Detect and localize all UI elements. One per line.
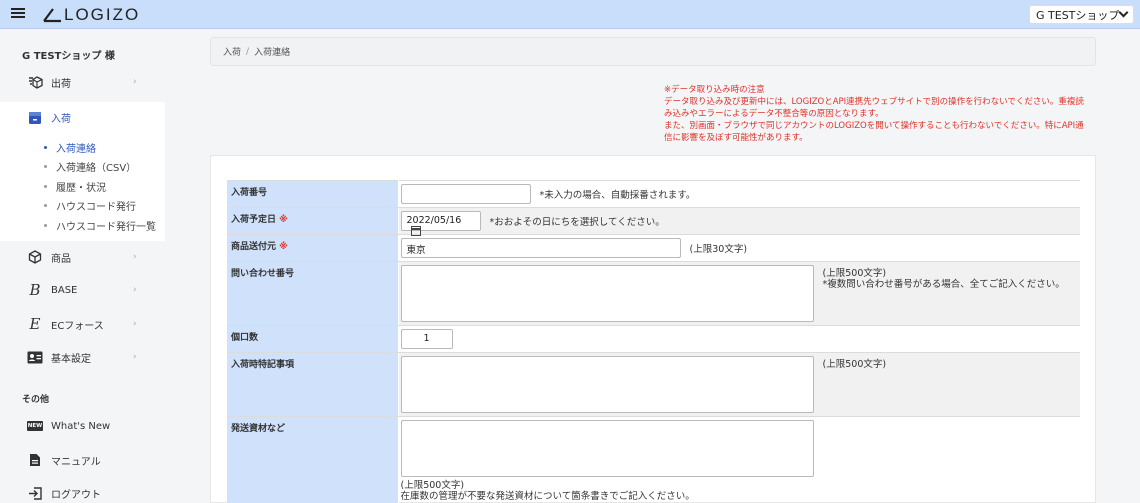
sidebar-item-receiving[interactable]: 入荷 [0,102,165,133]
sender-hint: (上限30文字) [689,244,748,255]
submenu-item-arrival-contact[interactable]: 入荷連絡 [44,140,96,155]
sidebar-item-ecforce[interactable]: E ECフォース › [0,310,165,338]
shipping-materials-textarea[interactable] [400,420,814,477]
notice-title: ※データ取り込み時の注意 [664,85,765,95]
sidebar-item-label: What's New [51,420,111,432]
submenu-item-housecode-issue[interactable]: ハウスコード発行 [44,198,136,213]
sidebar-item-label: ECフォース [51,320,104,332]
box-icon [27,110,43,126]
breadcrumb-root[interactable]: 入荷 [223,45,241,58]
chevron-right-icon: › [133,319,137,329]
submenu-item-history[interactable]: 履歴・状況 [44,179,106,194]
field-label: 発送資材など [227,416,399,503]
logo[interactable]: LOGIZO [40,4,140,26]
sidebar-item-shipping[interactable]: 出荷 › [0,68,165,96]
sidebar-item-label: ログアウト [51,489,101,501]
field-label: 問い合わせ番号 [227,261,399,326]
required-mark: ※ [279,242,288,252]
form-row-special-notes: 入荷時特記事項 (上限500文字) [227,352,1080,417]
sidebar-item-label: BASE [51,284,78,296]
sidebar-item-label: 出荷 [51,78,71,90]
cube-icon [27,249,43,265]
base-logo-icon: B [29,281,41,299]
chevron-right-icon: › [133,252,137,262]
ecforce-logo-icon: E [29,315,41,333]
receiving-submenu: 入荷連絡 入荷連絡（CSV） 履歴・状況 ハウスコード発行 ハウスコード発行一覧 [0,133,165,241]
required-mark: ※ [279,215,288,225]
sidebar-section-other: その他 [22,395,50,405]
arrival-date-input[interactable]: 2022/05/16 [400,211,481,236]
shipping-materials-limit: (上限500文字) [400,480,465,491]
document-icon [27,452,43,468]
sidebar-item-base[interactable]: B BASE › [0,276,165,304]
submenu-item-housecode-list[interactable]: ハウスコード発行一覧 [44,218,156,233]
sidebar-item-label: 基本設定 [51,353,91,365]
sidebar-item-label: 入荷 [51,114,71,125]
field-label: 入荷番号 [227,180,399,208]
sender-input[interactable]: 東京 [400,238,681,258]
logo-mark-icon [43,8,61,23]
shop-name: G TESTショップ 様 [22,51,115,62]
sidebar-item-label: マニュアル [51,456,101,468]
sidebar-item-products[interactable]: 商品 › [0,243,165,271]
field-label: 商品送付元 ※ [227,234,399,262]
special-notes-textarea[interactable] [400,356,814,413]
sidebar-item-logout[interactable]: ログアウト [0,479,165,503]
menu-icon[interactable] [11,6,25,20]
new-badge-icon: NEW [26,421,44,431]
form-panel: 入荷番号 *未入力の場合、自動採番されます。 入荷予定日 ※ 2022/05/1… [210,155,1096,503]
notice-line-1: データ取り込み及び更新中には、LOGIZOとAPI連携先ウェブサイトで別の操作を… [664,97,1084,119]
field-label: 個口数 [227,325,399,353]
sidebar-item-manual[interactable]: マニュアル [0,446,165,474]
chevron-right-icon: › [133,285,137,295]
breadcrumb: 入荷 / 入荷連絡 [210,37,1096,66]
id-card-icon [27,349,43,365]
sidebar: G TESTショップ 様 出荷 › 入荷 入荷連絡 入荷連絡（CSV） 履歴・状… [0,30,165,503]
form-row-arrival-number: 入荷番号 *未入力の場合、自動採番されます。 [227,180,1080,208]
shipping-materials-hint: 在庫数の管理が不要な発送資材について箇条書きでご記入ください。 [400,491,695,502]
form-row-box-count: 個口数 1 [227,325,1080,353]
sidebar-item-settings[interactable]: 基本設定 › [0,343,165,371]
import-notice: ※データ取り込み時の注意 データ取り込み及び更新中には、LOGIZOとAPI連携… [664,84,1084,144]
logo-text: LOGIZO [64,5,141,24]
form-row-sender: 商品送付元 ※ 東京 (上限30文字) [227,234,1080,262]
sidebar-item-label: 商品 [51,253,71,265]
field-label: 入荷予定日 ※ [227,207,399,235]
arrival-number-hint: *未入力の場合、自動採番されます。 [539,190,696,201]
notice-line-2: また、別画面・ブラウザで同じアカウントのLOGIZOを開いて操作することも行わな… [664,121,1084,143]
shop-select-value: G TESTショップ [1036,8,1120,22]
inquiry-number-textarea[interactable] [400,265,814,322]
form-row-arrival-date: 入荷予定日 ※ 2022/05/16 *おおよその日にちを選択してください。 [227,207,1080,236]
truck-icon [27,74,43,90]
form-row-shipping-materials: 発送資材など (上限500文字) 在庫数の管理が不要な発送資材について箇条書きで… [227,416,1080,503]
inquiry-number-hint: *複数問い合わせ番号がある場合、全てご記入ください。 [822,279,1065,290]
logout-icon [27,485,43,501]
box-count-input[interactable]: 1 [400,329,453,349]
chevron-right-icon: › [133,77,137,87]
arrival-date-hint: *おおよその日にちを選択してください。 [489,217,665,228]
arrival-number-input[interactable] [400,184,531,204]
arrival-form: 入荷番号 *未入力の場合、自動採番されます。 入荷予定日 ※ 2022/05/1… [227,180,1080,503]
breadcrumb-current: 入荷連絡 [254,48,291,58]
chevron-right-icon: › [133,352,137,362]
inquiry-number-limit: (上限500文字) [822,268,887,279]
top-header: LOGIZO G TESTショップ [0,0,1140,29]
form-row-inquiry-number: 問い合わせ番号 (上限500文字) *複数問い合わせ番号がある場合、全てご記入く… [227,261,1080,326]
sidebar-item-whats-new[interactable]: NEW What's New [0,412,165,440]
shop-select[interactable]: G TESTショップ [1029,5,1134,24]
submenu-item-arrival-contact-csv[interactable]: 入荷連絡（CSV） [44,159,136,174]
special-notes-hint: (上限500文字) [822,359,887,370]
field-label: 入荷時特記事項 [227,352,399,417]
chevron-down-icon [1118,7,1129,18]
